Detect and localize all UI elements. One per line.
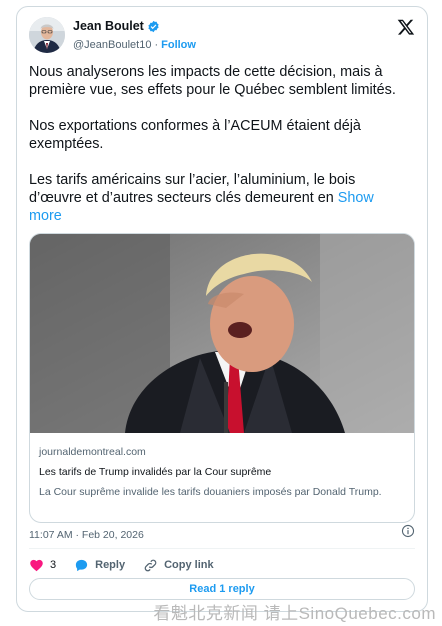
- like-button[interactable]: 3: [29, 558, 56, 573]
- tweet-paragraph-3-text: Les tarifs américains sur l’acier, l’alu…: [29, 172, 356, 206]
- like-count: 3: [50, 559, 57, 571]
- copy-link-label: Copy link: [164, 559, 214, 571]
- follow-link[interactable]: Follow: [161, 39, 196, 51]
- link-description: La Cour suprême invalide les tarifs doua…: [39, 486, 382, 498]
- link-preview-image: [30, 234, 414, 433]
- read-replies-button[interactable]: Read 1 reply: [29, 578, 415, 600]
- link-domain: journaldemontreal.com: [39, 446, 146, 458]
- author-display-name[interactable]: Jean Boulet: [73, 19, 160, 33]
- avatar[interactable]: [29, 17, 65, 53]
- copy-link-button[interactable]: Copy link: [143, 558, 214, 573]
- link-preview-card[interactable]: journaldemontreal.com Les tarifs de Trum…: [29, 233, 415, 523]
- tweet-paragraph-3: Les tarifs américains sur l’acier, l’alu…: [29, 171, 401, 225]
- reply-bubble-icon: [76, 559, 88, 571]
- tweet-header: Jean Boulet @JeanBoulet10 · Follow: [29, 16, 415, 56]
- link-chain-icon: [144, 559, 157, 571]
- tweet-card: Jean Boulet @JeanBoulet10 · Follow Nous an…: [16, 6, 428, 612]
- x-logo-icon[interactable]: [397, 18, 415, 36]
- heart-icon: [30, 559, 43, 571]
- tweet-paragraph-2: Nos exportations conformes à l’ACEUM éta…: [29, 118, 361, 152]
- handle-row: @JeanBoulet10 · Follow: [73, 39, 196, 51]
- tweet-paragraph-1: Nous analyserons les impacts de cette dé…: [29, 64, 396, 98]
- reply-button[interactable]: Reply: [74, 558, 125, 573]
- info-icon[interactable]: [401, 524, 415, 538]
- display-name-text[interactable]: Jean Boulet: [73, 19, 144, 33]
- divider: [29, 548, 415, 549]
- article-photo: [30, 234, 414, 433]
- author-handle[interactable]: @JeanBoulet10: [73, 39, 151, 51]
- site-watermark: 看魁北克新闻 请上SinoQuebec.com: [153, 604, 436, 623]
- tweet-timestamp[interactable]: 11:07 AM · Feb 20, 2026: [29, 529, 144, 541]
- separator-dot: ·: [154, 39, 159, 51]
- avatar-portrait: [29, 17, 65, 53]
- reply-label: Reply: [95, 559, 126, 571]
- tweet-meta: 11:07 AM · Feb 20, 2026: [29, 524, 415, 541]
- author-names: Jean Boulet @JeanBoulet10 · Follow: [73, 17, 196, 51]
- verified-badge-icon: [148, 20, 159, 32]
- link-preview-text: journaldemontreal.com Les tarifs de Trum…: [39, 446, 405, 499]
- link-title: Les tarifs de Trump invalidés par la Cou…: [39, 466, 272, 478]
- action-bar: 3 Reply Copy link: [29, 556, 232, 574]
- tweet-text: Nous analyserons les impacts de cette dé…: [29, 63, 401, 243]
